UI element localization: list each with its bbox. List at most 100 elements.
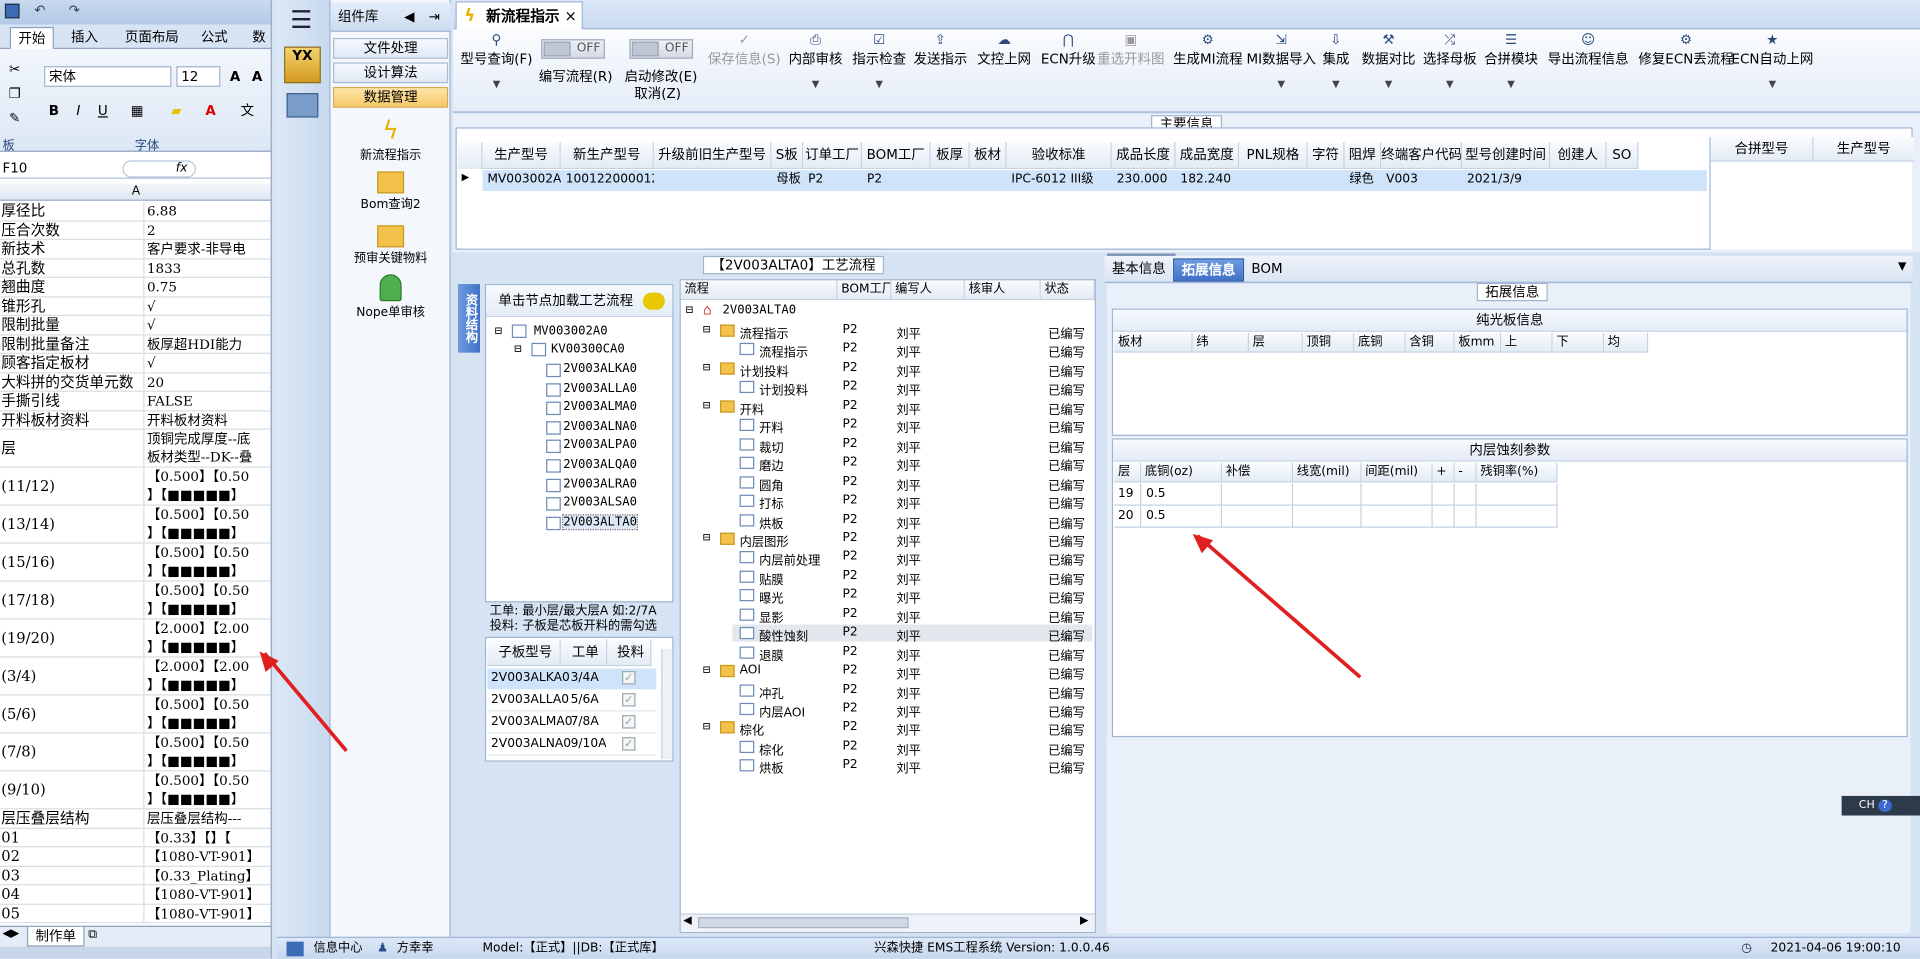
excel-cell-a[interactable]: 新技术 [0,240,145,258]
etch-cell[interactable] [1361,505,1433,528]
excel-cell-a[interactable]: 厚径比 [0,202,145,220]
tree-leaf[interactable]: 2V003ALMA0 [563,401,637,414]
italic-icon[interactable]: I [69,100,89,120]
flow-node[interactable]: 流程指示 [759,342,808,360]
merge-module-button[interactable]: ☰ 合拼模块 ▼ [1484,32,1538,90]
flow-hscrollbar[interactable]: ◀ ▶ [680,913,1095,931]
border-icon[interactable]: ▦ [127,100,147,120]
excel-cell-b[interactable]: 【0.500】【0.50 】【■■■■■】 [144,506,270,543]
excel-cell-a[interactable]: 锥形孔 [0,296,145,315]
flow-node[interactable]: 内层前处理 [759,550,820,568]
font-size-select[interactable]: 12 [176,66,221,87]
excel-row[interactable]: (3/4) 【2.000】【2.00 】【■■■■■】 [0,657,271,696]
excel-cell-a[interactable]: (11/12) [0,467,145,505]
excel-cell-b[interactable]: 【2.000】【2.00 】【■■■■■】 [144,620,270,657]
main-header-10[interactable]: 成品宽度 [1175,142,1240,169]
etch-cell[interactable] [1454,505,1477,528]
tab-extended-info[interactable]: 拓展信息 [1173,258,1245,282]
ime-toolbar[interactable]: CH ? [1841,795,1920,816]
flow-node[interactable]: 烘板 [759,758,783,776]
excel-cell-a[interactable]: (13/14) [0,505,145,543]
main-header-7[interactable]: 板材 [969,142,1007,169]
etch-header-5[interactable]: + [1432,462,1455,483]
data-compare-button[interactable]: ⚒ 数据对比 ▼ [1362,32,1416,90]
flow-node[interactable]: 计划投料 [759,380,808,398]
phonetic-icon[interactable]: 文 [238,100,258,120]
copy-icon[interactable]: ❐ [5,83,25,103]
excel-cell-a[interactable]: 顾客指定板材 [0,353,145,372]
etch-header-0[interactable]: 层 [1114,462,1142,483]
excel-tab-layout[interactable]: 页面布局 [118,27,187,49]
excel-cell-a[interactable]: 限制批量备注 [0,334,145,353]
etch-header-1[interactable]: 底铜(oz) [1141,462,1223,483]
ecn-upgrade-button[interactable]: ⋂ ECN升级 [1041,32,1096,69]
flow-node[interactable]: 计划投料 [740,361,789,379]
flow-root-label[interactable]: 2V003ALTA0 [722,304,796,317]
excel-cell-b[interactable]: 【1080-VT-901】 [144,847,270,865]
excel-cell-b[interactable]: 【2.000】【2.00 】【■■■■■】 [144,658,270,695]
tree-leaf[interactable]: 2V003ALTA0 [562,514,639,530]
tree-leaf[interactable]: 2V003ALLA0 [563,382,637,395]
tab-new-flow[interactable]: ϟ 新流程指示 × [455,1,583,31]
etch-header-6[interactable]: - [1454,462,1477,483]
main-cell-4[interactable]: P2 [808,170,862,190]
main-header-13[interactable]: 阻焊 [1344,142,1382,169]
excel-save-icon[interactable] [4,3,20,19]
excel-row[interactable]: 翘曲度 0.75 [0,277,271,297]
fix-ecn-button[interactable]: ⚙ 修复ECN丢流程 [1638,32,1733,69]
tool-new-flow[interactable]: ϟ 新流程指示 [333,115,448,163]
excel-cell-b[interactable]: 层压叠层结构--- [144,809,270,827]
excel-row[interactable]: (9/10) 【0.500】【0.50 】【■■■■■】 [0,771,271,810]
font-color-icon[interactable]: A [201,100,221,120]
bare-header-9[interactable]: 均 [1604,333,1649,353]
main-cell-15[interactable]: 2021/3/9 [1467,170,1550,190]
flow-node[interactable]: 酸性蚀刻 [759,626,808,644]
grow-font-icon[interactable]: A [225,66,245,86]
flow-node[interactable]: 内层AOI [759,702,805,720]
excel-cell-b[interactable]: 1833 [144,259,270,277]
tree-collapse-icon[interactable]: ⊟ [703,323,710,336]
column-header-a[interactable]: A [0,183,271,201]
bare-header-5[interactable]: 含铜 [1405,333,1455,353]
excel-row[interactable]: 层压叠层结构 层压叠层结构--- [0,809,271,829]
logo-icon[interactable]: YX [284,46,321,84]
excel-row[interactable]: 总孔数 1833 [0,258,271,278]
redo-icon[interactable]: ↷ [69,2,80,18]
bare-header-0[interactable]: 板材 [1114,333,1193,353]
excel-cell-b[interactable]: 【0.500】【0.50 】【■■■■■】 [144,582,270,619]
main-cell-14[interactable]: V003 [1386,170,1462,190]
excel-cell-b[interactable]: FALSE [144,392,270,410]
excel-row[interactable]: 01 【0.33】【】【 [0,828,271,848]
info-center-link[interactable]: 信息中心 [313,938,362,959]
excel-cell-b[interactable]: 【0.500】【0.50 】【■■■■■】 [144,771,270,808]
category-design-algorithm[interactable]: 设计算法 [333,62,449,84]
category-data-management[interactable]: 数据管理 [333,86,449,108]
main-cell-3[interactable]: 母板 [776,170,803,190]
excel-tab-data[interactable]: 数 [245,27,271,49]
edit-flow-toggle[interactable]: OFF [541,39,605,59]
excel-row[interactable]: 03 【0.33_Plating】 [0,866,271,886]
excel-cell-a[interactable]: 大料拼的交货单元数 [0,372,145,391]
model-query-button[interactable]: ⚲ 型号查询(F) ▼ [460,32,532,90]
fill-color-icon[interactable]: ▰ [167,100,187,120]
flow-node[interactable]: 裁切 [759,437,783,455]
tree-collapse-icon[interactable]: ⊟ [703,361,710,374]
etch-header-7[interactable]: 残铜率(%) [1476,462,1558,483]
tree-child-label[interactable]: KV00300CA0 [551,343,625,356]
feed-checkbox[interactable]: ✓ [622,737,636,751]
flow-node[interactable]: AOI [740,664,761,677]
excel-cell-b[interactable]: 2 [144,221,270,239]
bare-header-1[interactable]: 纬 [1192,333,1249,353]
flow-node[interactable]: 显影 [759,607,783,625]
scroll-right-icon[interactable]: ▶ [1080,915,1088,927]
tree-leaf[interactable]: 2V003ALRA0 [563,477,637,490]
etch-cell[interactable] [1476,505,1558,528]
name-box[interactable]: F10 [2,159,117,177]
excel-cell-a[interactable]: (5/6) [0,695,145,733]
excel-row[interactable]: (13/14) 【0.500】【0.50 】【■■■■■】 [0,505,271,544]
excel-row[interactable]: 02 【1080-VT-901】 [0,847,271,867]
pin-icon[interactable]: ⇥ [429,2,440,31]
excel-cell-a[interactable]: 04 [0,885,145,904]
feed-checkbox[interactable]: ✓ [622,693,636,707]
shrink-font-icon[interactable]: A [247,66,267,86]
